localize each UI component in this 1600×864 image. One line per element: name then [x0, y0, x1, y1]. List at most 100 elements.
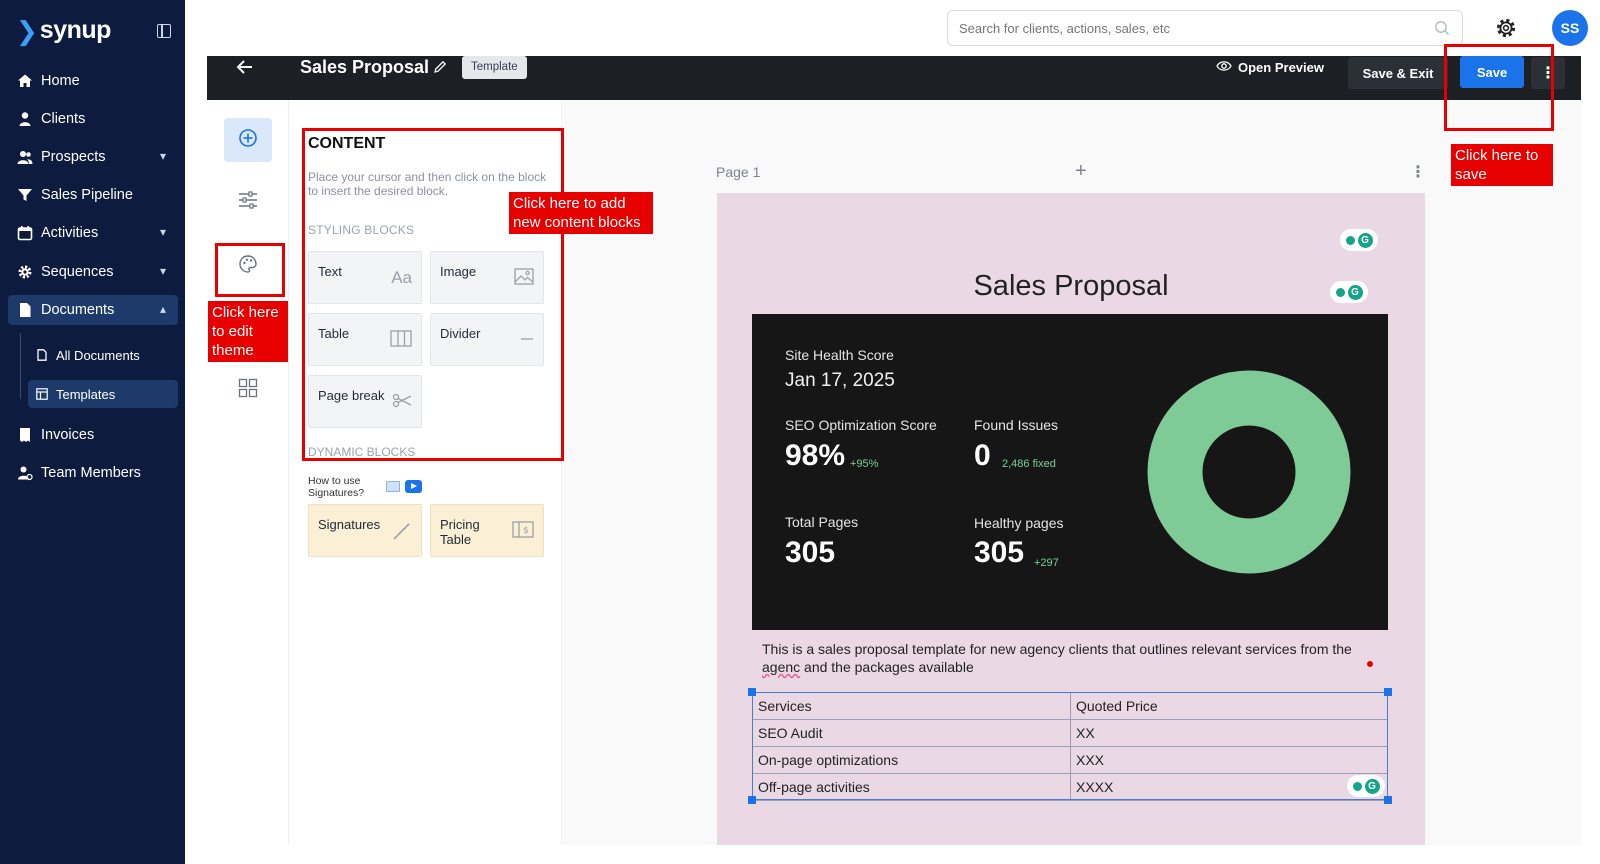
- plus-circle-icon: [238, 128, 258, 153]
- sidebar-item-clients[interactable]: Clients: [8, 104, 178, 134]
- open-preview-button[interactable]: Open Preview: [1216, 60, 1324, 75]
- sidebar-item-label: Team Members: [41, 465, 141, 481]
- funnel-icon: [17, 187, 33, 203]
- table-header-services[interactable]: Services: [752, 692, 1071, 720]
- svg-text:$: $: [523, 526, 529, 536]
- sidebar-item-documents[interactable]: Documents ▴: [8, 295, 178, 325]
- video-play-icon[interactable]: [405, 480, 422, 493]
- save-and-exit-button[interactable]: Save & Exit: [1348, 57, 1448, 89]
- total-pages-label: Total Pages: [785, 514, 859, 530]
- signature-help-text[interactable]: How to use Signatures?: [308, 475, 378, 499]
- healthy-pages-value: 305: [974, 536, 1025, 569]
- table-row: SEO Audit XX: [752, 719, 1388, 747]
- sidebar-item-label: Sales Pipeline: [41, 187, 133, 203]
- table-cell[interactable]: SEO Audit: [752, 719, 1071, 747]
- guide-book-icon[interactable]: [386, 481, 400, 492]
- seo-score-delta: +95%: [850, 458, 879, 470]
- content-callout: Click here to add new content blocks: [509, 192, 653, 234]
- search-input[interactable]: [948, 11, 1418, 45]
- sidebar-item-home[interactable]: Home: [8, 66, 178, 96]
- total-pages-value: 305: [785, 536, 836, 569]
- found-issues-label: Found Issues: [974, 417, 1059, 433]
- table-header-row: Services Quoted Price: [752, 692, 1388, 720]
- table-row: Off-page activities XXXX: [752, 773, 1388, 801]
- layouts-grid-button[interactable]: [224, 368, 272, 412]
- sidebar-item-prospects[interactable]: Prospects ▾: [8, 142, 178, 172]
- settings-gear-icon[interactable]: [1495, 17, 1517, 44]
- search-icon[interactable]: [1434, 20, 1450, 41]
- chevron-down-icon: ▾: [159, 264, 166, 278]
- open-preview-label: Open Preview: [1238, 60, 1324, 75]
- sidebar-subitem-label: All Documents: [56, 347, 140, 363]
- table-header-price[interactable]: Quoted Price: [1070, 692, 1388, 720]
- pen-icon: [392, 521, 412, 546]
- pricing-table-block[interactable]: Pricing Table $: [430, 504, 544, 557]
- back-arrow-icon[interactable]: [236, 58, 254, 82]
- health-donut-chart: [1147, 370, 1351, 574]
- found-issues-value: 0: [974, 439, 991, 472]
- grammarly-widget-icon[interactable]: G: [1330, 281, 1368, 303]
- pencil-edit-icon[interactable]: [433, 60, 447, 79]
- document-title[interactable]: Sales Proposal: [300, 57, 429, 78]
- table-cell[interactable]: On-page optimizations: [752, 746, 1071, 774]
- table-cell[interactable]: XXXX: [1070, 773, 1388, 801]
- submenu-guide-line: [20, 333, 21, 399]
- resize-handle[interactable]: [748, 796, 756, 804]
- sidebar: ❯ synup Home Clients Prospects ▾ Sales P…: [0, 0, 185, 864]
- misspelled-word: agenc: [762, 659, 801, 675]
- synup-logo[interactable]: ❯ synup: [16, 16, 111, 45]
- seo-score-label: SEO Optimization Score: [785, 417, 937, 433]
- proposal-title[interactable]: Sales Proposal: [717, 270, 1425, 303]
- sidebar-subitem-label: Templates: [56, 386, 116, 402]
- sidebar-collapse-icon[interactable]: [157, 24, 171, 38]
- user-avatar[interactable]: SS: [1552, 10, 1588, 46]
- sidebar-item-label: Invoices: [41, 427, 95, 443]
- table-row: On-page optimizations XXX: [752, 746, 1388, 774]
- sidebar-item-label: Clients: [41, 111, 86, 127]
- save-highlight-box: [1444, 44, 1554, 131]
- pricing-table-icon: $: [512, 521, 534, 543]
- services-pricing-table[interactable]: Services Quoted Price SEO Audit XX On-pa…: [752, 692, 1388, 801]
- add-page-plus-icon[interactable]: +: [1075, 160, 1087, 183]
- user-icon: [17, 111, 33, 127]
- team-icon: [17, 465, 33, 481]
- table-cell[interactable]: XXX: [1070, 746, 1388, 774]
- healthy-pages-delta: +297: [1034, 557, 1059, 569]
- proposal-description[interactable]: This is a sales proposal template for ne…: [762, 640, 1372, 676]
- sidebar-subitem-all-documents[interactable]: All Documents: [28, 341, 178, 369]
- home-icon: [17, 73, 33, 89]
- sidebar-item-team-members[interactable]: Team Members: [8, 458, 178, 488]
- gear-icon: [17, 264, 33, 280]
- sidebar-item-sequences[interactable]: Sequences ▾: [8, 257, 178, 287]
- calendar-icon: [17, 225, 33, 241]
- comment-indicator-dot[interactable]: [1367, 661, 1373, 667]
- resize-handle[interactable]: [1384, 688, 1392, 696]
- sidebar-item-label: Home: [41, 73, 80, 89]
- logo-text: synup: [39, 16, 112, 44]
- settings-sliders-button[interactable]: [224, 180, 272, 224]
- table-cell[interactable]: XX: [1070, 719, 1388, 747]
- sidebar-item-sales-pipeline[interactable]: Sales Pipeline: [8, 180, 178, 210]
- content-highlight-box: [302, 128, 564, 461]
- table-cell[interactable]: Off-page activities: [752, 773, 1071, 801]
- site-health-dashboard-image[interactable]: Site Health Score Jan 17, 2025 SEO Optim…: [752, 314, 1388, 630]
- signatures-block[interactable]: Signatures: [308, 504, 422, 557]
- sidebar-item-label: Sequences: [41, 264, 114, 280]
- global-search[interactable]: [947, 10, 1463, 46]
- sidebar-item-label: Activities: [41, 225, 99, 241]
- sidebar-item-invoices[interactable]: Invoices: [8, 420, 178, 450]
- add-content-button[interactable]: [224, 118, 272, 162]
- sliders-icon: [238, 190, 258, 214]
- grammarly-widget-icon[interactable]: G: [1347, 775, 1385, 797]
- grammarly-widget-icon[interactable]: G: [1340, 229, 1378, 251]
- resize-handle[interactable]: [1384, 796, 1392, 804]
- document-icon: [17, 302, 33, 318]
- resize-handle[interactable]: [748, 688, 756, 696]
- found-issues-delta: 2,486 fixed: [1002, 458, 1056, 470]
- page-menu-icon[interactable]: ⋮: [1410, 162, 1426, 182]
- site-health-label: Site Health Score: [785, 347, 894, 363]
- sidebar-subitem-templates[interactable]: Templates: [28, 380, 178, 408]
- sidebar-item-label: Prospects: [41, 149, 106, 165]
- grid-icon: [238, 378, 258, 403]
- sidebar-item-activities[interactable]: Activities ▾: [8, 218, 178, 248]
